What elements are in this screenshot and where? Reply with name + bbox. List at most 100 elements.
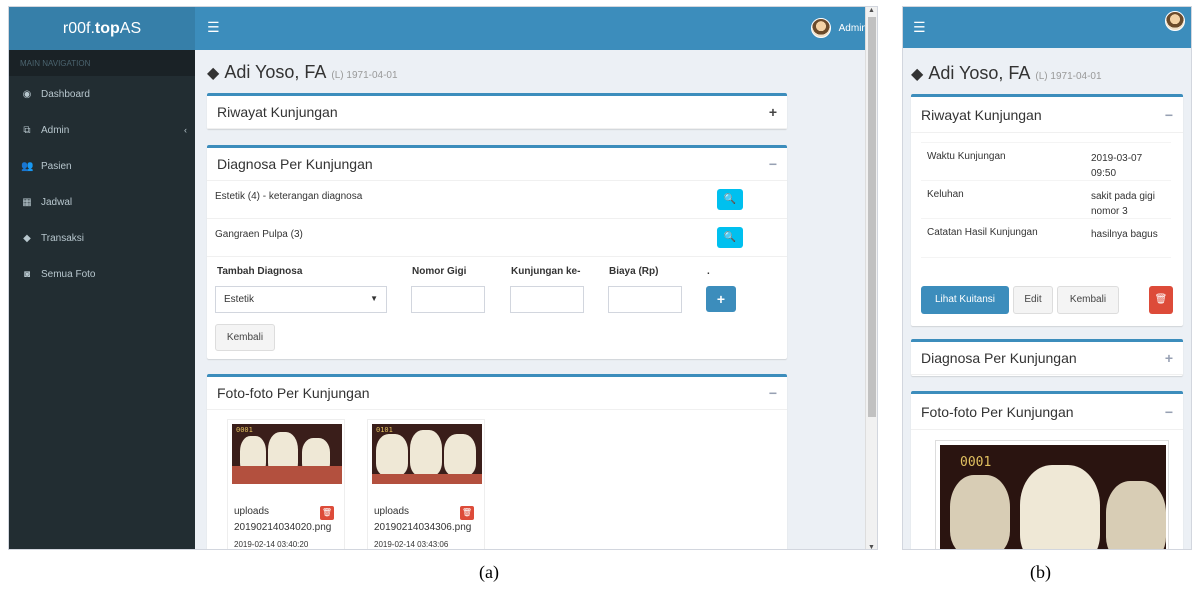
expand-icon[interactable]: + (1165, 350, 1173, 366)
foto-header[interactable]: Foto-foto Per Kunjungan − (911, 394, 1183, 430)
table-row: Keluhan sakit pada gigi nomor 3 (921, 180, 1171, 218)
delete-photo-button[interactable]: 🗑 (320, 506, 334, 520)
search-icon: 🔍 (723, 232, 737, 243)
add-diagnosa-button[interactable]: + (706, 286, 736, 312)
trash-icon: 🗑 (321, 508, 333, 517)
collapse-icon[interactable]: − (769, 156, 777, 172)
delete-photo-button[interactable]: 🗑 (460, 506, 474, 520)
diagnosa-box: Diagnosa Per Kunjungan − Estetik (4) - k… (207, 145, 787, 359)
expand-icon[interactable]: + (769, 104, 777, 120)
foto-header[interactable]: Foto-foto Per Kunjungan − (207, 377, 787, 410)
sidebar-item-dashboard[interactable]: ◉ Dashboard (9, 76, 195, 112)
brand-suffix: AS (119, 20, 142, 37)
label-biaya: Biaya (Rp) (609, 266, 659, 277)
photo-card: 0001 (935, 440, 1169, 549)
diagnosa-text: Estetik (4) - keterangan diagnosa (215, 191, 363, 202)
tooth-shape (1020, 465, 1100, 549)
collapse-icon[interactable]: − (769, 385, 777, 401)
tag-icon: ◆ (207, 65, 220, 82)
search-button[interactable]: 🔍 (717, 189, 743, 210)
label-nomor-gigi: Nomor Gigi (412, 266, 467, 277)
kunjungan-input[interactable] (510, 286, 584, 313)
brand-logo[interactable]: r00f.topAS (9, 7, 195, 50)
collapse-icon[interactable]: − (1165, 404, 1173, 420)
nomor-gigi-input[interactable] (411, 286, 485, 313)
riwayat-header[interactable]: Riwayat Kunjungan + (207, 96, 787, 129)
box-title: Riwayat Kunjungan (217, 104, 338, 120)
riwayat-box: Riwayat Kunjungan − Waktu Kunjungan 2019… (911, 94, 1183, 326)
row-value: sakit pada gigi nomor 3 (1091, 191, 1155, 217)
biaya-input[interactable] (608, 286, 682, 313)
photo-card: 0001 uploads 20190214034020.png 2019-02-… (227, 419, 345, 549)
sidebar-item-label: Semua Foto (41, 268, 96, 280)
kembali-button[interactable]: Kembali (215, 324, 275, 351)
tag-icon: ◆ (911, 66, 924, 83)
dental-photo[interactable]: 0101 (372, 424, 482, 484)
delete-button[interactable]: 🗑 (1149, 286, 1173, 314)
sidebar-item-pasien[interactable]: 👥 Pasien (9, 148, 195, 184)
foto-box: Foto-foto Per Kunjungan − 0001 uploads 2… (207, 374, 787, 549)
scroll-down-icon[interactable]: ▼ (868, 544, 875, 549)
sidebar-item-label: Admin (41, 124, 70, 136)
kembali-button[interactable]: Kembali (1057, 286, 1119, 314)
tooth-shape (950, 475, 1010, 549)
foto-box: Foto-foto Per Kunjungan − 0001 (911, 391, 1183, 549)
photo-overlay-label: 0101 (376, 426, 393, 434)
diagnosa-text: Gangraen Pulpa (3) (215, 229, 303, 240)
user-name: Admin (838, 22, 867, 34)
trash-icon: 🗑 (461, 508, 473, 517)
sidebar-item-transaksi[interactable]: ◆ Transaksi (9, 220, 195, 256)
photo-overlay-label: 0001 (236, 426, 253, 434)
riwayat-header[interactable]: Riwayat Kunjungan − (911, 97, 1183, 133)
avatar[interactable] (1165, 11, 1185, 31)
search-button[interactable]: 🔍 (717, 227, 743, 248)
dental-photo[interactable]: 0001 (940, 445, 1166, 549)
riwayat-box: Riwayat Kunjungan + (207, 93, 787, 129)
sidebar-item-semua-foto[interactable]: ◙ Semua Foto (9, 256, 195, 292)
trash-icon: 🗑 (1154, 294, 1168, 305)
box-title: Diagnosa Per Kunjungan (217, 156, 373, 172)
tooth-shape (444, 434, 476, 476)
top-navbar: r00f.topAS ☰ Admin (9, 7, 877, 50)
sidebar-header: MAIN NAVIGATION (9, 50, 195, 76)
vertical-scrollbar[interactable]: ▲ ▼ (865, 7, 877, 549)
sidebar-item-label: Transaksi (41, 232, 84, 244)
avatar (810, 18, 831, 38)
patient-name: Adi Yoso, FA (224, 62, 327, 82)
patient-info: (L) 1971-04-01 (331, 70, 398, 81)
menu-toggle-icon[interactable]: ☰ (207, 19, 220, 36)
diagnosa-select[interactable]: Estetik ▼ (215, 286, 387, 313)
calendar-icon: ▦ (22, 196, 32, 208)
tooth-shape (410, 430, 442, 476)
camera-icon: ◙ (23, 268, 31, 280)
screen-a-desktop: r00f.topAS ☰ Admin MAIN NAVIGATION ◉ Das… (8, 6, 878, 550)
dashboard-icon: ◉ (22, 88, 32, 100)
row-key: Catatan Hasil Kunjungan (927, 227, 1038, 238)
gum-shape (372, 474, 482, 484)
photo-date: 2019-02-14 03:43:06 (374, 540, 449, 549)
select-value: Estetik (224, 294, 255, 305)
lihat-kuitansi-button[interactable]: Lihat Kuitansi (921, 286, 1009, 314)
tooth-shape (1106, 481, 1166, 549)
scroll-up-icon[interactable]: ▲ (868, 7, 875, 14)
scrollbar-thumb[interactable] (868, 17, 876, 417)
photo-folder: uploads (374, 506, 410, 517)
menu-toggle-icon[interactable]: ☰ (913, 19, 926, 36)
user-menu[interactable]: Admin (810, 18, 867, 38)
collapse-icon[interactable]: − (1165, 107, 1173, 123)
photo-folder: uploads (234, 506, 270, 517)
diagnosa-header[interactable]: Diagnosa Per Kunjungan − (207, 148, 787, 181)
brand-prefix: r00f. (62, 20, 95, 37)
edit-button[interactable]: Edit (1013, 286, 1053, 314)
diagnosa-header[interactable]: Diagnosa Per Kunjungan + (911, 342, 1183, 375)
dental-photo[interactable]: 0001 (232, 424, 342, 484)
page-title: ◆ Adi Yoso, FA (L) 1971-04-01 (911, 63, 1102, 84)
photo-caption: uploads 20190214034020.png (234, 504, 331, 536)
sidebar-item-jadwal[interactable]: ▦ Jadwal (9, 184, 195, 220)
row-key: Waktu Kunjungan (927, 151, 1006, 162)
sidebar-item-label: Dashboard (41, 88, 90, 100)
gum-shape (232, 466, 342, 484)
sidebar-item-admin[interactable]: ⧉ Admin ‹ (9, 112, 195, 148)
box-title: Foto-foto Per Kunjungan (921, 403, 1074, 420)
label-tambah-diagnosa: Tambah Diagnosa (217, 266, 303, 277)
